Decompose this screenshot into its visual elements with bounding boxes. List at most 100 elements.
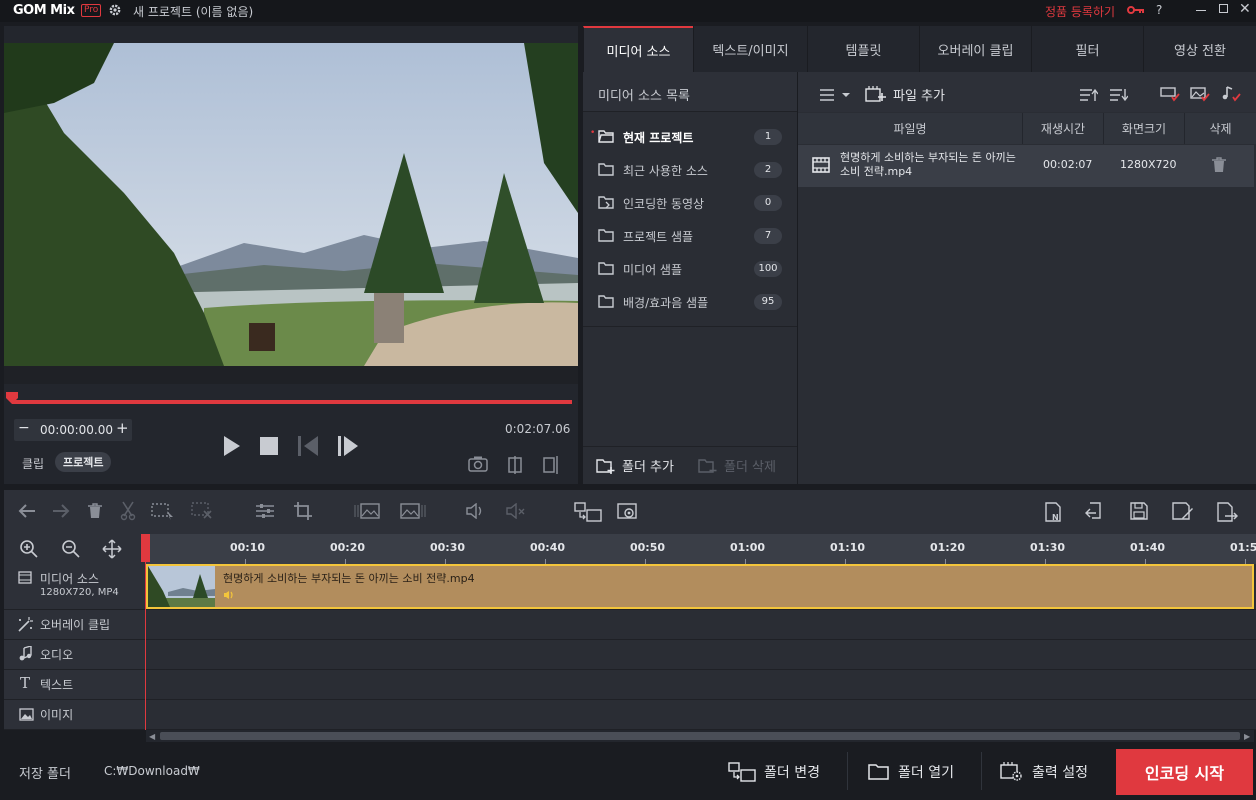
cut-icon[interactable] [120, 501, 136, 521]
deselect-icon[interactable] [191, 502, 213, 520]
image-insert-icon[interactable] [400, 503, 426, 519]
add-file-label[interactable]: 파일 추가 [893, 85, 945, 104]
next-frame-button[interactable] [338, 436, 360, 456]
text-track[interactable] [146, 670, 1256, 700]
folder-item[interactable]: 미디어 샘플 100 [595, 256, 785, 282]
playhead-handle[interactable] [141, 534, 150, 562]
zoom-in-icon[interactable] [19, 539, 39, 559]
column-duration[interactable]: 재생시간 [1023, 113, 1104, 144]
replace-media-icon[interactable] [574, 502, 602, 522]
list-view-menu-icon[interactable] [820, 88, 854, 102]
delete-folder-button[interactable]: 폴더 삭제 [698, 456, 776, 475]
change-folder-icon [728, 762, 756, 782]
seek-bar[interactable] [12, 400, 572, 404]
prev-frame-button[interactable] [298, 436, 320, 456]
open-folder-button[interactable]: 폴더 열기 [868, 750, 954, 794]
crop-icon[interactable] [294, 502, 312, 520]
column-resolution[interactable]: 화면크기 [1104, 113, 1185, 144]
folder-item[interactable]: 최근 사용한 소스 2 [595, 157, 785, 183]
column-filename[interactable]: 파일명 [798, 113, 1023, 144]
output-settings-button[interactable]: 출력 설정 [1000, 750, 1088, 794]
sort-ascending-icon[interactable] [1080, 88, 1098, 102]
audio-track[interactable] [146, 640, 1256, 670]
key-icon[interactable] [1127, 5, 1145, 15]
select-area-icon[interactable] [151, 503, 175, 521]
folder-count: 0 [754, 195, 782, 211]
clip-mode-toggle[interactable]: 클립 [22, 455, 44, 472]
settings-gear-icon[interactable] [108, 3, 122, 17]
image-insert-left-icon[interactable] [354, 503, 380, 519]
folder-icon [598, 229, 614, 242]
scroll-right-arrow-icon[interactable]: ▶ [1244, 732, 1250, 741]
video-preview[interactable] [4, 43, 578, 366]
preview-media-icon[interactable] [617, 503, 641, 521]
minimize-icon[interactable] [1196, 10, 1206, 11]
open-project-icon[interactable] [1084, 502, 1104, 522]
divider [583, 326, 797, 327]
change-folder-button[interactable]: 폴더 변경 [728, 750, 820, 794]
undo-icon[interactable] [18, 503, 36, 519]
split-preview-icon[interactable] [506, 456, 524, 474]
track-label-image: 이미지 [4, 700, 145, 730]
tab-overlay-clip[interactable]: 오버레이 클립 [919, 26, 1031, 72]
snapshot-camera-icon[interactable] [468, 456, 488, 472]
tab-transition[interactable]: 영상 전환 [1143, 26, 1256, 72]
trash-icon[interactable] [1212, 157, 1226, 173]
mute-icon[interactable] [506, 503, 526, 519]
track-name: 이미지 [40, 708, 74, 722]
timecode-value[interactable]: 00:00:00.00 [40, 423, 113, 437]
redo-icon[interactable] [52, 503, 70, 519]
start-encoding-button[interactable]: 인코딩 시작 [1116, 749, 1253, 795]
folder-icon [598, 163, 614, 176]
tab-filter[interactable]: 필터 [1031, 26, 1143, 72]
volume-icon[interactable] [466, 503, 486, 519]
tab-media-source[interactable]: 미디어 소스 [583, 26, 693, 72]
timecode-decrement-button[interactable]: − [18, 420, 30, 436]
save-path: C:₩Download₩ [104, 764, 200, 778]
register-link[interactable]: 정품 등록하기 [1045, 3, 1115, 20]
timeline-ruler[interactable]: 00:10 00:20 00:30 00:40 00:50 01:00 01:10 01:20… [145, 534, 1256, 564]
new-project-icon[interactable]: N [1044, 502, 1064, 522]
seek-handle[interactable] [6, 392, 18, 404]
delete-icon[interactable] [88, 503, 102, 519]
maximize-icon[interactable] [1219, 4, 1228, 13]
folder-item[interactable]: 배경/효과음 샘플 95 [595, 289, 785, 315]
tab-text-image[interactable]: 텍스트/이미지 [693, 26, 807, 72]
save-as-icon[interactable] [1172, 502, 1194, 522]
ruler-tick-label: 00:10 [230, 541, 266, 554]
overlay-track[interactable] [146, 610, 1256, 640]
video-bottom-bar [4, 366, 578, 384]
folder-count: 95 [754, 294, 782, 310]
panel-tabs: 미디어 소스 텍스트/이미지 템플릿 오버레이 클립 필터 영상 전환 [583, 26, 1256, 72]
save-project-icon[interactable] [1130, 502, 1148, 520]
add-folder-button[interactable]: 폴더 추가 [596, 456, 674, 475]
tab-template[interactable]: 템플릿 [807, 26, 919, 72]
help-icon[interactable]: ? [1156, 3, 1162, 17]
scroll-left-arrow-icon[interactable]: ◀ [149, 732, 155, 741]
filter-audio-icon[interactable] [1221, 86, 1241, 102]
fit-timeline-icon[interactable] [102, 539, 122, 559]
timecode-increment-button[interactable]: + [116, 419, 129, 437]
stop-button[interactable] [260, 437, 278, 455]
filter-image-icon[interactable] [1190, 86, 1210, 102]
play-button[interactable] [222, 436, 240, 456]
sort-descending-icon[interactable] [1110, 88, 1128, 102]
adjust-sliders-icon[interactable] [256, 503, 274, 519]
aspect-preview-icon[interactable] [542, 456, 560, 474]
track-name: 미디어 소스 [40, 572, 100, 586]
export-project-icon[interactable] [1216, 502, 1238, 522]
project-mode-toggle[interactable]: 프로젝트 [55, 452, 112, 472]
add-file-button[interactable] [865, 85, 887, 103]
filter-video-icon[interactable] [1160, 86, 1180, 102]
folder-item[interactable]: 현재 프로젝트 1 [595, 124, 785, 150]
folder-item[interactable]: 프로젝트 샘플 7 [595, 223, 785, 249]
folder-count: 7 [754, 228, 782, 244]
ruler-tick-label: 00:30 [430, 541, 466, 554]
zoom-out-icon[interactable] [61, 539, 81, 559]
scrollbar-thumb[interactable] [160, 732, 1240, 740]
image-track[interactable] [146, 700, 1256, 730]
track-label-text: T 텍스트 [4, 670, 145, 700]
close-icon[interactable]: ✕ [1239, 1, 1251, 17]
folder-item[interactable]: 인코딩한 동영상 0 [595, 190, 785, 216]
track-label-overlay: 오버레이 클립 [4, 610, 145, 640]
